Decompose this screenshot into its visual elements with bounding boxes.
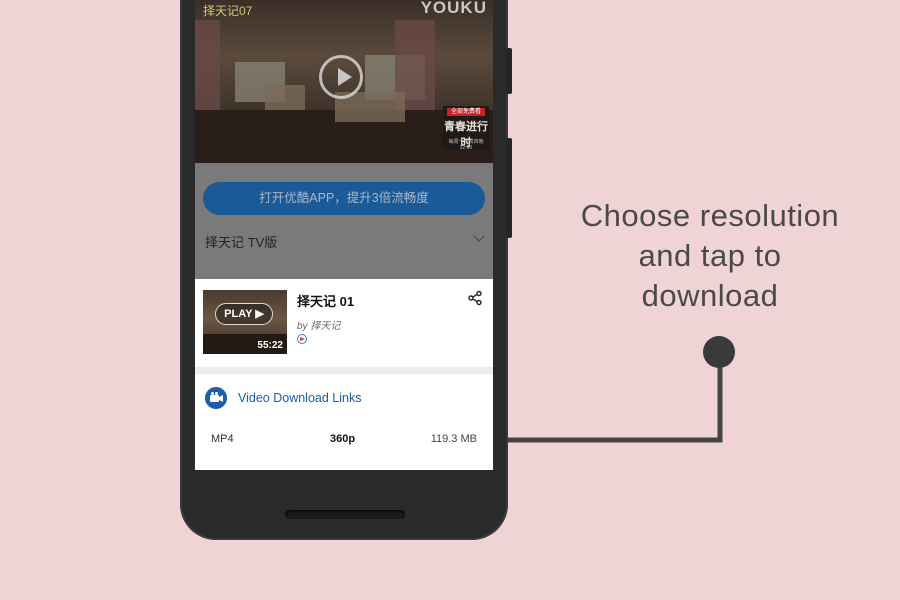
section-divider xyxy=(195,367,493,374)
phone-power-button xyxy=(506,138,512,238)
video-player[interactable]: 择天记07 YOUKU 全部免费看 青春进行时 每周一至周四晚22:00 xyxy=(195,0,493,163)
promo-badge: 全部免费看 青春进行时 每周一至周四晚22:00 xyxy=(443,106,489,151)
video-duration: 55:22 xyxy=(257,340,283,351)
episode-byline: by 择天记 xyxy=(297,321,341,332)
promo-tag: 全部免费看 xyxy=(447,108,485,116)
download-format: MP4 xyxy=(211,433,234,445)
episode-title: 择天记 01 xyxy=(297,294,355,309)
download-sheet: PLAY ▶ 55:22 择天记 01 by 择天记 Video Downloa… xyxy=(195,279,493,470)
channel-logo: 择天记07 xyxy=(203,4,253,18)
connector-dot xyxy=(703,336,735,368)
open-app-button[interactable]: 打开优酷APP，提升3倍流畅度 xyxy=(203,182,485,215)
caption-line-2: and tap to xyxy=(638,238,782,273)
page-background xyxy=(195,163,493,283)
show-title: 择天记 TV版 xyxy=(205,235,278,250)
phone-speaker-grille xyxy=(285,510,405,519)
video-thumbnail[interactable]: PLAY ▶ 55:22 xyxy=(203,290,287,354)
phone-screen: 择天记07 YOUKU 全部免费看 青春进行时 每周一至周四晚22:00 打开优… xyxy=(195,0,493,470)
youku-source-icon xyxy=(297,334,307,344)
share-icon[interactable] xyxy=(467,290,483,306)
video-camera-icon xyxy=(205,387,227,409)
play-icon[interactable] xyxy=(319,55,363,99)
play-button[interactable]: PLAY ▶ xyxy=(215,303,273,325)
caption-line-1: Choose resolution xyxy=(580,198,840,233)
download-size: 119.3 MB xyxy=(430,433,477,445)
instruction-caption: Choose resolution and tap to download xyxy=(560,196,860,316)
promo-subtitle: 每周一至周四晚22:00 xyxy=(448,139,484,151)
download-link-row[interactable]: MP4 360p 119.3 MB xyxy=(195,429,493,453)
youku-watermark: YOUKU xyxy=(420,0,487,17)
caption-line-3: download xyxy=(641,278,779,313)
phone-volume-button xyxy=(506,48,512,94)
download-links-heading: Video Download Links xyxy=(238,391,362,405)
download-resolution[interactable]: 360p xyxy=(330,433,355,445)
